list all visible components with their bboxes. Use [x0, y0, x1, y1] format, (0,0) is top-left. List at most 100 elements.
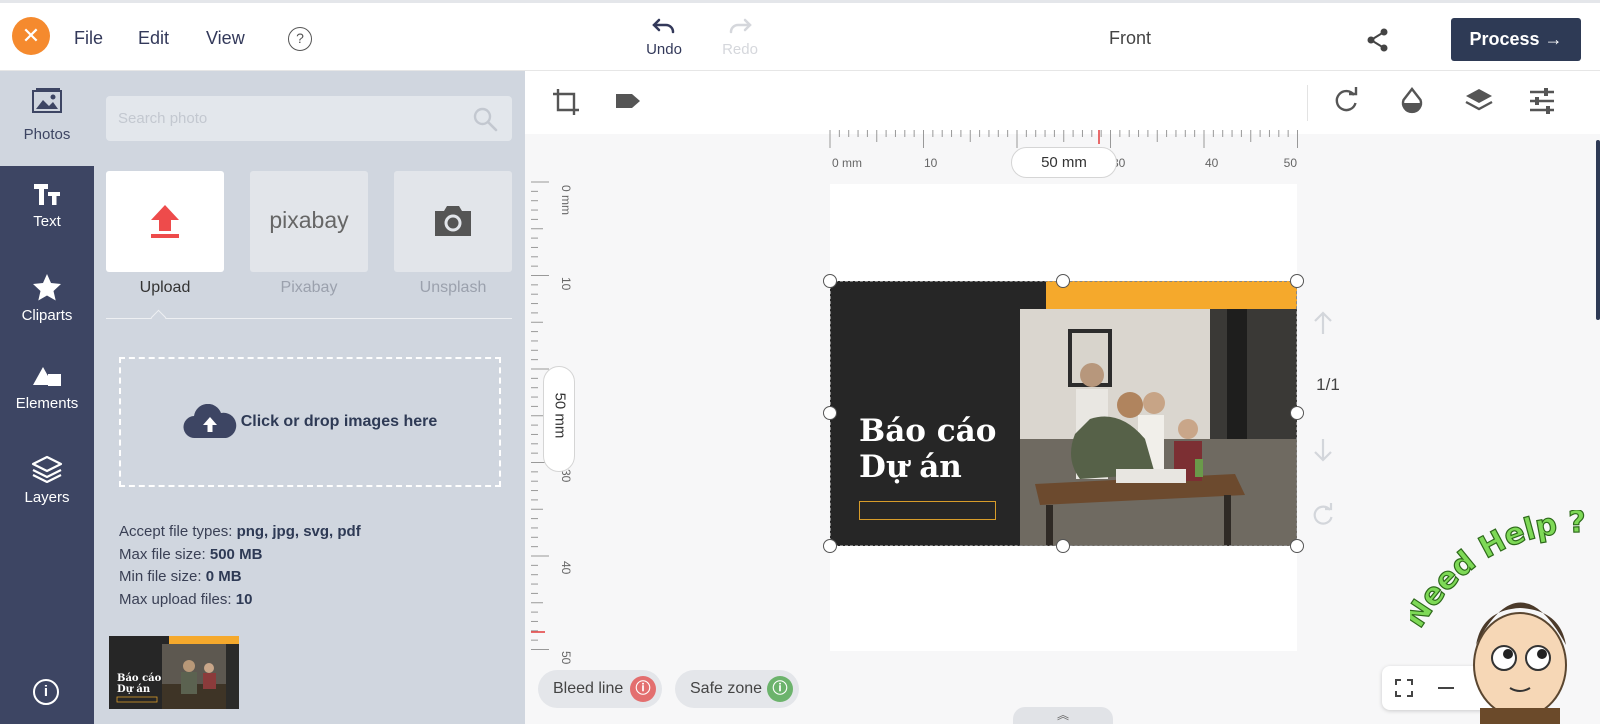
file-types-value: png, jpg, svg, pdf	[236, 523, 361, 540]
side-label[interactable]: Front	[1070, 28, 1190, 49]
pixabay-logo-icon: pixabay	[269, 207, 349, 233]
resize-handle-bottom[interactable]	[1056, 539, 1070, 553]
min-size-row: Min file size: 0 MB	[119, 566, 361, 589]
refresh-icon[interactable]	[1311, 503, 1335, 527]
thumbnail-image: Báo cáo Dự án	[109, 636, 239, 709]
max-size-row: Max file size: 500 MB	[119, 544, 361, 567]
page-down-icon[interactable]	[1311, 437, 1335, 463]
max-size-value: 500 MB	[209, 545, 263, 563]
left-nav: Photos Text Cliparts Elements Layers i	[0, 71, 94, 724]
info-button[interactable]: i	[33, 679, 59, 705]
file-types-label: Accept file types:	[119, 523, 233, 540]
vruler-label-0: 0 mm	[559, 185, 571, 215]
nav-label-layers: Layers	[24, 489, 70, 506]
process-label: Process	[1469, 29, 1540, 49]
vruler-label-50: 50	[559, 651, 571, 665]
thumbnail-title-line1: Báo cáo	[117, 673, 162, 684]
search-box	[106, 96, 512, 141]
selection-box	[830, 281, 1297, 546]
crop-icon[interactable]	[551, 87, 581, 117]
redo-label: Redo	[722, 41, 758, 58]
resize-handle-top-right[interactable]	[1290, 274, 1304, 288]
vruler-label-40: 40	[559, 561, 571, 575]
need-help-text: Need Help ?	[1410, 510, 1586, 634]
photo-panel: Upload pixabay Pixabay Unsplash Click or…	[94, 71, 525, 724]
vruler-label-10: 10	[559, 277, 571, 291]
process-button[interactable]: Process →	[1451, 18, 1581, 61]
source-unsplash-label: Unsplash	[419, 279, 487, 296]
undo-button[interactable]: Undo	[636, 17, 692, 58]
page-counter: 1/1	[1316, 375, 1340, 394]
need-help-textpath: Need Help ?	[1410, 510, 1587, 635]
thumbnail-title-line2: Dự án	[117, 684, 151, 695]
resize-handle-bottom-left[interactable]	[823, 539, 837, 553]
max-files-value: 10	[235, 590, 253, 608]
rotate-icon[interactable]	[1332, 87, 1360, 115]
toolbar-divider	[1307, 85, 1308, 121]
resize-handle-left[interactable]	[823, 406, 837, 420]
safe-zone-toggle[interactable]: Safe zone ⓘ	[675, 670, 799, 708]
right-edge-scrollbar[interactable]	[1596, 140, 1600, 320]
shapes-icon	[33, 367, 61, 386]
menu-view[interactable]: View	[206, 28, 245, 49]
text-icon	[34, 184, 60, 205]
layers-order-icon[interactable]	[1464, 87, 1494, 115]
resize-handle-top[interactable]	[1056, 274, 1070, 288]
resize-handle-right[interactable]	[1290, 406, 1304, 420]
source-upload-button[interactable]	[106, 171, 224, 272]
nav-item-text[interactable]: Text	[0, 181, 94, 230]
nav-item-layers[interactable]: Layers	[0, 455, 94, 506]
source-pixabay-button[interactable]: pixabay	[250, 171, 368, 272]
sliders-icon[interactable]	[1528, 87, 1556, 115]
nav-label-text: Text	[33, 213, 61, 230]
nav-item-cliparts[interactable]: Cliparts	[0, 273, 94, 324]
safe-zone-label: Safe zone	[690, 680, 763, 697]
arrow-right-icon: →	[1544, 29, 1563, 49]
uploaded-thumbnail[interactable]: Báo cáo Dự án	[109, 636, 239, 709]
max-files-row: Max upload files: 10	[119, 589, 361, 612]
hruler-label-40: 40	[1205, 156, 1219, 170]
camera-icon	[435, 206, 471, 236]
nav-item-elements[interactable]: Elements	[0, 365, 94, 412]
menu-edit[interactable]: Edit	[138, 28, 169, 49]
min-size-value: 0 MB	[205, 568, 242, 585]
question-icon: ?	[296, 30, 304, 46]
close-icon: ✕	[21, 23, 41, 48]
height-badge: 50 mm	[543, 366, 575, 472]
resize-handle-bottom-right[interactable]	[1290, 539, 1304, 553]
undo-icon	[652, 18, 675, 34]
hruler-label-10: 10	[924, 156, 938, 170]
svg-text:pixabay: pixabay	[269, 207, 349, 233]
page-up-icon[interactable]	[1311, 310, 1335, 336]
share-icon	[1367, 28, 1388, 52]
search-input[interactable]	[106, 96, 446, 141]
help-button[interactable]: ?	[288, 27, 312, 51]
tab-divider	[106, 318, 512, 319]
menu-file[interactable]: File	[74, 28, 103, 49]
bleed-info-icon[interactable]: ⓘ	[630, 676, 656, 702]
cloud-upload-icon	[183, 404, 236, 439]
safe-info-icon[interactable]: ⓘ	[767, 676, 793, 702]
redo-button[interactable]: Redo	[712, 17, 768, 58]
nav-item-photos[interactable]: Photos	[0, 71, 94, 166]
need-help-mascot[interactable]: Need Help ?	[1410, 510, 1600, 724]
max-files-label: Max upload files:	[119, 590, 232, 608]
bleed-line-toggle[interactable]: Bleed line ⓘ	[538, 670, 662, 708]
search-icon[interactable]	[472, 106, 498, 132]
share-button[interactable]	[1365, 27, 1391, 53]
close-button[interactable]: ✕	[12, 17, 50, 55]
tag-icon[interactable]	[614, 87, 642, 115]
upload-icon	[151, 205, 179, 238]
dropzone-text: Click or drop images here	[240, 413, 438, 430]
source-unsplash-button[interactable]	[394, 171, 512, 272]
expand-panel-button[interactable]: ︽	[1013, 707, 1113, 724]
image-icon	[32, 88, 62, 113]
upload-dropzone[interactable]: Click or drop images here	[119, 357, 501, 487]
top-bar: ✕ File Edit View ? Undo Redo Front Proce…	[0, 0, 1600, 71]
drop-icon[interactable]	[1398, 87, 1426, 115]
tab-pointer	[150, 309, 167, 326]
resize-handle-top-left[interactable]	[823, 274, 837, 288]
canvas-toolbar	[525, 71, 1600, 134]
file-types-row: Accept file types: png, jpg, svg, pdf	[119, 521, 361, 544]
chevron-up-icon: ︽	[1056, 708, 1069, 722]
